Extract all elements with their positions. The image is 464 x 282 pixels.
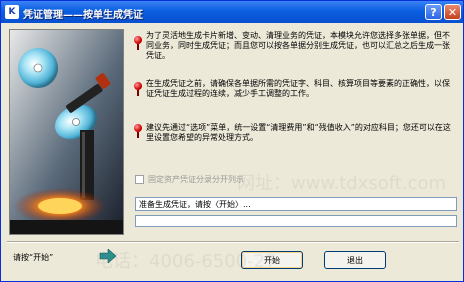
progress-bar xyxy=(135,215,457,227)
status-text-box: 准备生成凭证，请按〈开始〉... xyxy=(135,197,457,211)
close-button[interactable]: ✕ xyxy=(444,4,461,20)
exit-button[interactable]: 退出 xyxy=(324,251,386,269)
help-button[interactable]: ? xyxy=(425,4,442,20)
footer-divider xyxy=(7,241,459,243)
bullet-icon xyxy=(134,82,142,90)
fixed-asset-checkbox-label: 固定资产凭证分录分开列示 xyxy=(148,175,244,184)
fixed-asset-checkbox[interactable] xyxy=(135,175,144,184)
start-button[interactable]: 开始 xyxy=(241,251,303,269)
info-paragraph-1: 为了灵活地生成卡片新增、变动、清理业务的凭证，本模块允许您选择多张单据，但不同业… xyxy=(146,31,450,60)
app-logo-icon: K xyxy=(5,5,19,19)
bullet-icon xyxy=(134,124,142,132)
wizard-illustration xyxy=(9,29,124,235)
bullet-icon xyxy=(134,36,142,44)
footer-hint: 请按“开始” xyxy=(13,253,54,262)
bullet-stem xyxy=(137,132,139,138)
bullet-stem xyxy=(137,90,139,96)
wizard-illustration-graphic xyxy=(10,30,123,234)
arrow-right-icon xyxy=(99,249,117,263)
title-bar: K 凭证管理——按单生成凭证 ? ✕ xyxy=(1,1,463,23)
info-paragraph-2: 在生成凭证之前，请确保各单据所需的凭证字、科目、核算项目等要素的正确性，以保证凭… xyxy=(146,79,450,98)
info-paragraph-3: 建议先通过“选项”菜单，统一设置“清理费用”和“残值收入”的对应科目；您还可以在… xyxy=(146,123,451,142)
watermark-website: 网址：www.tdxsoft.com xyxy=(237,173,447,194)
dialog-window: K 凭证管理——按单生成凭证 ? ✕ 为了灵活地生成卡片新增、变动、清理业务的凭… xyxy=(0,0,464,282)
window-title: 凭证管理——按单生成凭证 xyxy=(23,10,143,21)
bullet-stem xyxy=(137,44,139,50)
